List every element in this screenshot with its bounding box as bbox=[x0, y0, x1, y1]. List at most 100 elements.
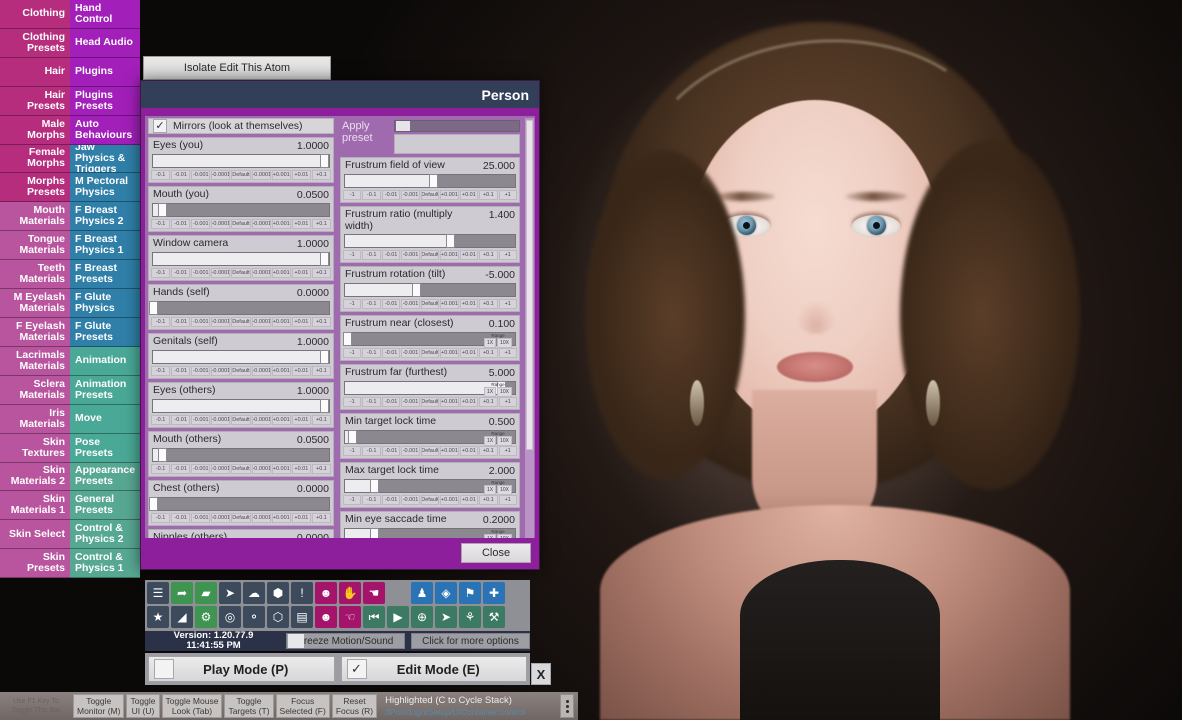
slider-track[interactable] bbox=[152, 154, 330, 168]
status-button-4[interactable]: Focus Selected (F) bbox=[275, 694, 330, 718]
stepper-button-4[interactable]: Default bbox=[420, 446, 440, 456]
stepper-button-3[interactable]: -0.001 bbox=[401, 250, 420, 260]
node-graph-icon[interactable]: ⚬ bbox=[243, 606, 265, 628]
stepper-button-5[interactable]: +0.001 bbox=[440, 250, 459, 260]
stepper-button-3[interactable]: -0.0001 bbox=[211, 366, 231, 376]
stepper-button-4[interactable]: Default bbox=[420, 348, 440, 358]
hamburger-menu-icon[interactable]: ☰ bbox=[147, 582, 169, 604]
camera-icon[interactable]: ◎ bbox=[219, 606, 241, 628]
status-button-0[interactable]: Toggle Monitor (M) bbox=[73, 694, 125, 718]
slider-knob[interactable] bbox=[319, 252, 329, 266]
slider-knob[interactable] bbox=[319, 154, 329, 168]
open-folder-icon[interactable]: ▰ bbox=[195, 582, 217, 604]
slider-knob[interactable] bbox=[446, 234, 456, 248]
range-button-1[interactable]: 10X bbox=[497, 387, 513, 397]
stepper-button-0[interactable]: -0.1 bbox=[151, 170, 171, 180]
sidebar-item-right-18[interactable]: Control & Physics 2 bbox=[70, 520, 140, 550]
stepper-button-8[interactable]: +0.1 bbox=[311, 366, 331, 376]
stepper-button-4[interactable]: Default bbox=[420, 495, 440, 505]
mirrors-checkbox[interactable]: ✓ bbox=[153, 119, 167, 133]
slider-knob[interactable] bbox=[157, 203, 167, 217]
slider-knob[interactable] bbox=[157, 448, 167, 462]
stepper-button-8[interactable]: +1 bbox=[498, 250, 517, 260]
freeze-motion-sound-button[interactable]: Freeze Motion/Sound bbox=[286, 633, 406, 649]
stepper-button-3[interactable]: -0.001 bbox=[401, 190, 420, 200]
stepper-button-8[interactable]: +0.1 bbox=[311, 170, 331, 180]
save-scene-icon[interactable]: ➦ bbox=[171, 582, 193, 604]
stepper-button-7[interactable]: +0.1 bbox=[479, 446, 498, 456]
stepper-button-1[interactable]: -0.01 bbox=[171, 170, 191, 180]
range-button-0[interactable]: 1X bbox=[483, 387, 497, 397]
stepper-button-4[interactable]: Default bbox=[231, 415, 251, 425]
stepper-button-7[interactable]: +0.1 bbox=[479, 495, 498, 505]
stepper-button-6[interactable]: +0.001 bbox=[271, 170, 291, 180]
stepper-button-2[interactable]: -0.001 bbox=[191, 268, 211, 278]
sidebar-item-right-1[interactable]: Head Audio bbox=[70, 28, 140, 58]
hand-pose-icon[interactable]: ☜ bbox=[339, 606, 361, 628]
add-person-icon[interactable]: ♟ bbox=[411, 582, 433, 604]
stepper-button-4[interactable]: Default bbox=[231, 317, 251, 327]
package-box-icon[interactable]: ⬢ bbox=[267, 582, 289, 604]
stepper-button-6[interactable]: +0.01 bbox=[459, 446, 479, 456]
cursor-select-icon[interactable]: ➤ bbox=[435, 606, 457, 628]
stepper-button-1[interactable]: -0.01 bbox=[171, 415, 191, 425]
stepper-button-5[interactable]: +0.0001 bbox=[251, 366, 271, 376]
sidebar-item-left-0[interactable]: Clothing bbox=[0, 0, 70, 29]
person-select-icon[interactable]: ⚘ bbox=[459, 606, 481, 628]
stepper-button-2[interactable]: -0.001 bbox=[191, 366, 211, 376]
stepper-button-4[interactable]: Default bbox=[231, 219, 251, 229]
play-mode-checkbox[interactable] bbox=[154, 659, 174, 679]
slider-knob[interactable] bbox=[369, 479, 379, 493]
slider-track[interactable]: Range1X10X bbox=[344, 381, 516, 397]
stepper-button-2[interactable]: -0.01 bbox=[381, 446, 401, 456]
sidebar-item-right-6[interactable]: M Pectoral Physics bbox=[70, 173, 140, 203]
edit-mode-button[interactable]: ✓ Edit Mode (E) bbox=[340, 656, 527, 682]
stepper-button-2[interactable]: -0.001 bbox=[191, 170, 211, 180]
add-atom-icon[interactable]: ✚ bbox=[483, 582, 505, 604]
stepper-button-0[interactable]: -1 bbox=[343, 446, 362, 456]
stepper-button-3[interactable]: -0.0001 bbox=[211, 170, 231, 180]
stepper-button-7[interactable]: +0.1 bbox=[479, 348, 498, 358]
stepper-button-8[interactable]: +0.1 bbox=[311, 464, 331, 474]
stepper-button-4[interactable]: Default bbox=[420, 299, 440, 309]
sidebar-item-left-7[interactable]: Mouth Materials bbox=[0, 202, 70, 232]
status-button-2[interactable]: Toggle Mouse Look (Tab) bbox=[161, 694, 223, 718]
sidebar-item-right-7[interactable]: F Breast Physics 2 bbox=[70, 202, 140, 232]
stepper-button-8[interactable]: +1 bbox=[498, 495, 517, 505]
stepper-button-1[interactable]: -0.01 bbox=[171, 513, 191, 523]
more-options-button[interactable]: Click for more options bbox=[411, 633, 530, 649]
apply-preset-field[interactable] bbox=[394, 134, 520, 154]
status-button-5[interactable]: Reset Focus (R) bbox=[331, 694, 378, 718]
close-button[interactable]: Close bbox=[461, 543, 531, 563]
sidebar-item-right-8[interactable]: F Breast Physics 1 bbox=[70, 231, 140, 261]
range-button-1[interactable]: 10X bbox=[497, 436, 513, 446]
apply-preset-scrollbar-thumb[interactable] bbox=[396, 121, 410, 131]
remove-person-2-icon[interactable]: ☻ bbox=[315, 606, 337, 628]
stepper-button-3[interactable]: -0.001 bbox=[401, 348, 420, 358]
screenshot-settings-icon[interactable]: ⚙ bbox=[195, 606, 217, 628]
slider-track[interactable] bbox=[152, 448, 330, 462]
stepper-button-4[interactable]: Default bbox=[420, 190, 440, 200]
sidebar-item-right-11[interactable]: F Glute Presets bbox=[70, 317, 140, 347]
sidebar-item-right-19[interactable]: Control & Physics 1 bbox=[70, 549, 140, 579]
stepper-button-8[interactable]: +1 bbox=[498, 348, 517, 358]
range-button-0[interactable]: 1X bbox=[483, 338, 497, 348]
slider-track[interactable] bbox=[149, 301, 330, 315]
sidebar-item-right-10[interactable]: F Glute Physics bbox=[70, 289, 140, 318]
sidebar-item-left-11[interactable]: F Eyelash Materials bbox=[0, 317, 70, 347]
stepper-button-6[interactable]: +0.01 bbox=[459, 397, 479, 407]
stepper-button-2[interactable]: -0.01 bbox=[381, 250, 401, 260]
sidebar-item-left-9[interactable]: Teeth Materials bbox=[0, 260, 70, 290]
slider-track[interactable] bbox=[344, 174, 516, 188]
slider-knob[interactable] bbox=[149, 497, 158, 511]
stepper-button-6[interactable]: +0.001 bbox=[271, 464, 291, 474]
stepper-button-7[interactable]: +0.1 bbox=[479, 250, 498, 260]
stepper-button-4[interactable]: Default bbox=[420, 250, 440, 260]
stepper-button-7[interactable]: +0.1 bbox=[479, 397, 498, 407]
stepper-button-3[interactable]: -0.001 bbox=[401, 446, 420, 456]
stepper-button-3[interactable]: -0.0001 bbox=[211, 415, 231, 425]
stepper-button-7[interactable]: +0.01 bbox=[291, 513, 311, 523]
stepper-button-4[interactable]: Default bbox=[420, 397, 440, 407]
stepper-button-6[interactable]: +0.01 bbox=[459, 250, 479, 260]
stepper-button-1[interactable]: -0.1 bbox=[362, 446, 381, 456]
